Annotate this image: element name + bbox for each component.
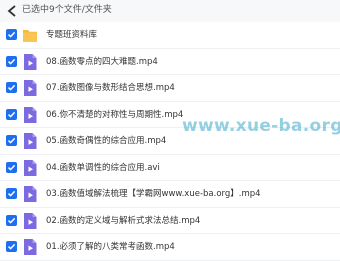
checkbox-checked[interactable]: [6, 55, 17, 67]
file-name: 04.函数单调性的综合应用.avi: [46, 162, 160, 173]
video-file-icon: [22, 185, 38, 203]
back-icon[interactable]: [4, 3, 20, 19]
file-name: 08.函数零点的四大难题.mp4: [46, 56, 158, 67]
file-row[interactable]: 07.函数图像与数形结合思想.mp4: [0, 75, 340, 102]
selection-header: 已选中9个文件/文件夹: [0, 0, 340, 22]
file-name: 03.函数值域解法梳理【学霸网www.xue-ba.org】.mp4: [46, 189, 261, 199]
file-name: 07.函数图像与数形结合思想.mp4: [46, 83, 175, 93]
file-row[interactable]: 01.必须了解的八类常考函数.mp4: [0, 234, 340, 261]
video-file-icon: [22, 79, 38, 97]
checkbox-checked[interactable]: [6, 214, 17, 226]
video-file-icon: [22, 238, 38, 256]
file-row[interactable]: 08.函数零点的四大难题.mp4: [0, 49, 340, 75]
file-name: 05.函数奇偶性的综合应用.mp4: [46, 136, 167, 146]
checkbox-checked[interactable]: [6, 82, 17, 93]
video-file-icon: [22, 212, 38, 230]
video-file-icon: [22, 159, 38, 177]
selection-count-label: 已选中9个文件/文件夹: [22, 5, 112, 15]
file-name: 02.函数的定义域与解析式求法总结.mp4: [46, 215, 201, 226]
checkbox-checked[interactable]: [6, 241, 17, 252]
file-name: 06.你不清楚的对称性与周期性.mp4: [46, 109, 184, 120]
video-file-icon: [22, 106, 38, 124]
video-file-icon: [22, 53, 38, 71]
file-row[interactable]: 03.函数值域解法梳理【学霸网www.xue-ba.org】.mp4: [0, 181, 340, 208]
checkbox-checked[interactable]: [6, 108, 17, 120]
checkbox-checked[interactable]: [6, 135, 17, 146]
file-row[interactable]: 02.函数的定义域与解析式求法总结.mp4: [0, 208, 340, 234]
file-name: 01.必须了解的八类常考函数.mp4: [46, 242, 175, 252]
video-file-icon: [22, 132, 38, 150]
watermark: www.xue-ba.org: [182, 116, 340, 136]
file-row[interactable]: 04.函数单调性的综合应用.avi: [0, 155, 340, 181]
file-list: 专题班资料库 08.函数零点的四大难题.mp4 07.函数图像与数形结合思想.mp4…: [0, 22, 340, 261]
file-row[interactable]: 专题班资料库: [0, 22, 340, 49]
checkbox-checked[interactable]: [6, 188, 17, 199]
folder-icon: [22, 26, 38, 44]
checkbox-checked[interactable]: [6, 29, 17, 40]
file-name: 专题班资料库: [46, 30, 98, 40]
checkbox-checked[interactable]: [6, 161, 17, 173]
